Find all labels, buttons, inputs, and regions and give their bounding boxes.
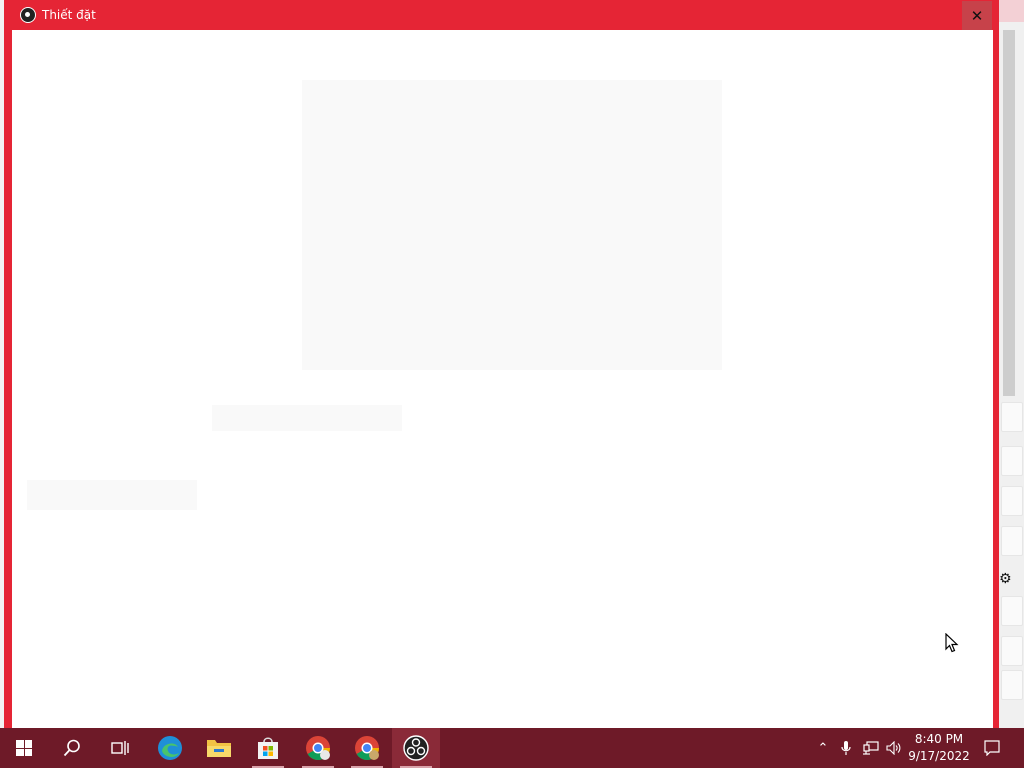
edge-taskbar-button[interactable] <box>146 728 194 768</box>
chrome-icon <box>355 736 379 761</box>
background-row[interactable] <box>1001 670 1023 700</box>
settings-window: Thiết đặt ✕ <box>4 0 999 728</box>
mouse-cursor-icon <box>945 633 959 653</box>
obs-taskbar-button[interactable] <box>392 728 440 768</box>
file-explorer-taskbar-button[interactable] <box>195 728 243 768</box>
start-button[interactable] <box>0 728 48 768</box>
volume-icon <box>886 741 901 755</box>
clock-date: 9/17/2022 <box>908 749 970 763</box>
window-title: Thiết đặt <box>42 8 96 22</box>
background-row[interactable] <box>1001 486 1023 516</box>
tray-overflow-button[interactable]: ⌃ <box>812 728 834 768</box>
gear-icon[interactable]: ⚙ <box>999 571 1012 587</box>
notifications-button[interactable] <box>980 728 1004 768</box>
search-button[interactable] <box>48 728 96 768</box>
chrome-taskbar-button[interactable] <box>343 728 391 768</box>
windows-start-icon <box>16 740 32 756</box>
background-row[interactable] <box>1001 636 1023 666</box>
edge-icon <box>158 736 182 760</box>
chevron-up-icon: ⌃ <box>817 740 829 756</box>
loading-placeholder <box>302 80 722 370</box>
microsoft-store-icon <box>258 737 278 759</box>
microphone-icon <box>841 741 851 755</box>
task-view-icon <box>111 741 129 755</box>
obs-icon <box>20 7 36 23</box>
chrome-taskbar-button[interactable] <box>294 728 342 768</box>
loading-placeholder <box>27 480 197 510</box>
task-view-button[interactable] <box>96 728 144 768</box>
background-row[interactable] <box>1001 446 1023 476</box>
taskbar-clock[interactable]: 8:40 PM 9/17/2022 <box>906 731 972 765</box>
network-tray-button[interactable] <box>860 728 882 768</box>
close-button[interactable]: ✕ <box>962 1 992 30</box>
obs-icon <box>403 735 429 761</box>
background-scrollbar[interactable] <box>1003 30 1015 396</box>
notification-icon <box>984 740 1000 756</box>
volume-tray-button[interactable] <box>884 728 904 768</box>
background-app-titlebar <box>995 0 1024 22</box>
background-row[interactable] <box>1001 402 1023 432</box>
microphone-tray-button[interactable] <box>836 728 856 768</box>
taskbar: ⌃ 8:40 PM 9/17/2022 <box>0 728 1024 768</box>
network-icon <box>863 741 879 755</box>
background-app-window: ⚙ <box>995 0 1024 728</box>
chrome-icon <box>306 736 330 761</box>
background-row[interactable] <box>1001 596 1023 626</box>
microsoft-store-taskbar-button[interactable] <box>244 728 292 768</box>
search-icon <box>63 739 80 757</box>
window-titlebar[interactable]: Thiết đặt ✕ <box>4 0 999 30</box>
clock-time: 8:40 PM <box>914 732 964 746</box>
settings-content-area <box>12 30 993 728</box>
loading-placeholder <box>212 405 402 431</box>
background-row[interactable] <box>1001 526 1023 556</box>
file-explorer-icon <box>207 740 231 757</box>
